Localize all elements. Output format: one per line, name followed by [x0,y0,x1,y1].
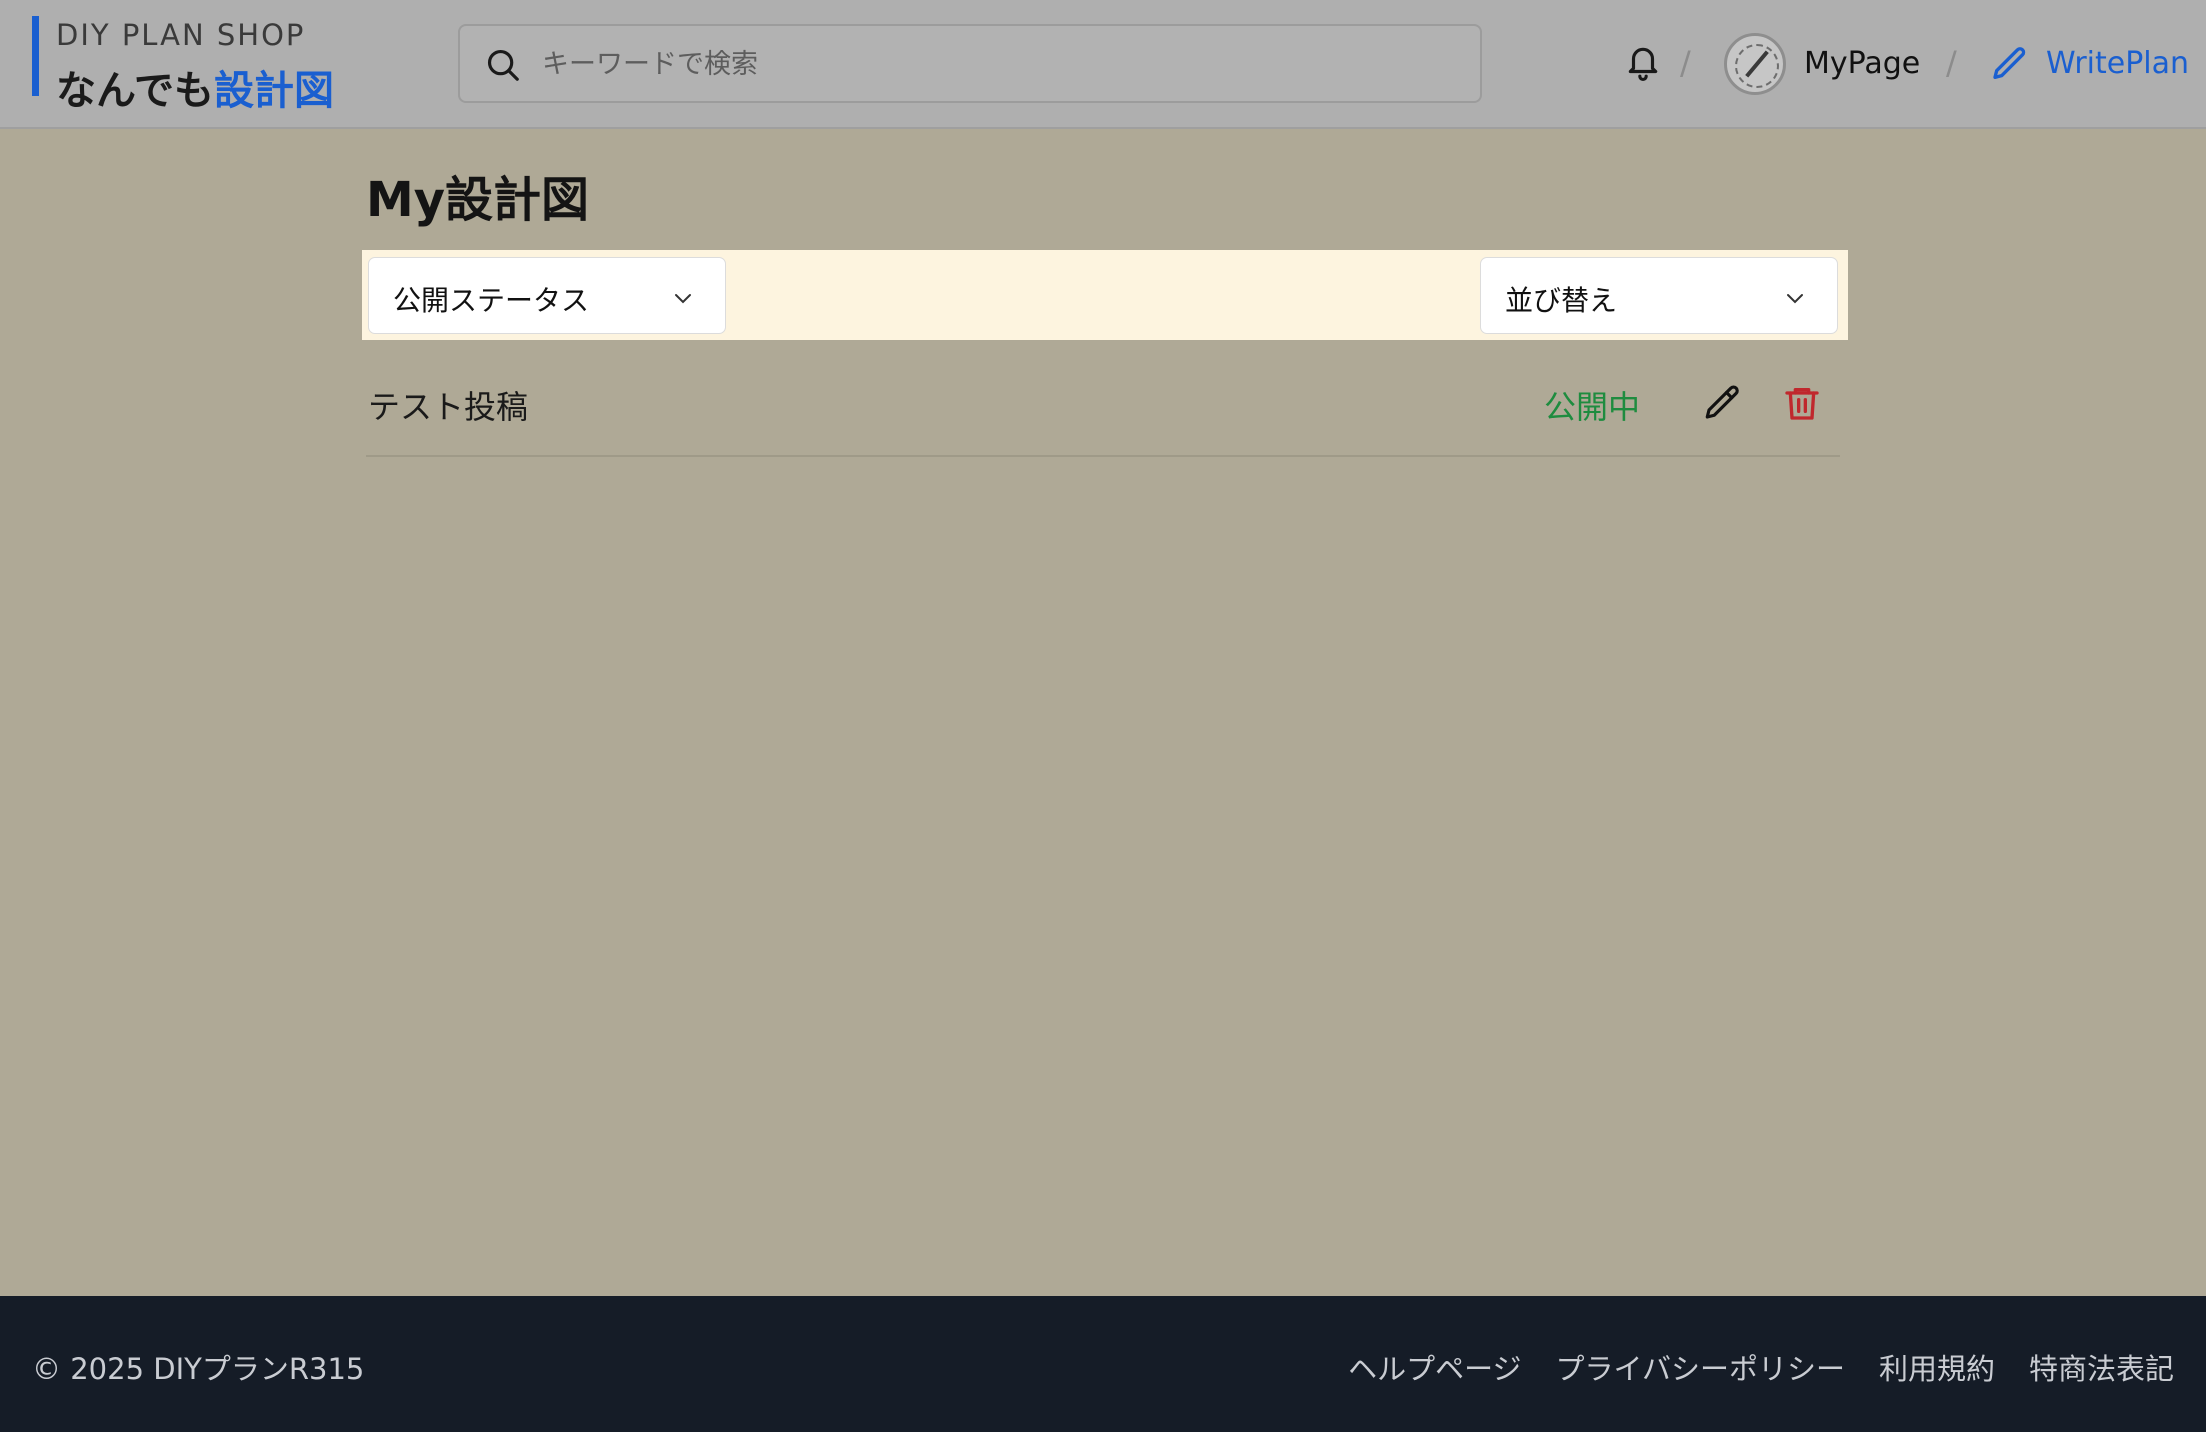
post-title[interactable]: テスト投稿 [368,382,528,428]
status-badge: 公開中 [1544,388,1641,426]
site-footer: © 2025 DIYプランR315 ヘルプページ プライバシーポリシー 利用規約… [0,1296,2206,1432]
pencil-icon[interactable] [1990,44,2030,84]
post-row: テスト投稿 公開中 [366,360,1840,457]
sort-label: 並び替え [1505,284,1618,317]
footer-link-legal[interactable]: 特商法表記 [2029,1346,2174,1388]
bell-icon[interactable] [1624,41,1662,83]
status-filter-label: 公開ステータス [393,284,590,317]
logo-title-accent: 設計図 [214,68,334,114]
footer-link-help[interactable]: ヘルプページ [1348,1346,1521,1388]
sort-select[interactable]: 並び替え [1480,257,1838,334]
status-filter-select[interactable]: 公開ステータス [368,257,726,334]
logo-title-prefix: なんでも [56,68,214,114]
edit-icon[interactable] [1702,382,1744,424]
footer-links: ヘルプページ プライバシーポリシー 利用規約 特商法表記 [1348,1346,2174,1388]
footer-link-privacy[interactable]: プライバシーポリシー [1556,1346,1845,1388]
chevron-down-icon [1787,294,1803,304]
header-separator: / [1946,44,1957,82]
writeplan-link[interactable]: WritePlan [2046,46,2189,81]
avatar[interactable] [1724,33,1786,95]
search-box[interactable] [458,24,1482,103]
logo-title[interactable]: なんでも設計図 [56,58,334,116]
site-header: DIY PLAN SHOP なんでも設計図 / MyPage / WritePl… [0,0,2206,129]
filter-bar: 公開ステータス 並び替え [362,250,1848,340]
logo-accent-bar [32,16,39,96]
mypage-link[interactable]: MyPage [1804,46,1920,81]
footer-link-terms[interactable]: 利用規約 [1879,1346,1995,1388]
chevron-down-icon [675,294,691,304]
trash-icon[interactable] [1782,382,1822,424]
search-icon [487,49,519,81]
search-input[interactable] [542,40,1442,88]
copyright-text: © 2025 DIYプランR315 [32,1352,365,1386]
header-separator: / [1680,44,1691,82]
page-title: My設計図 [366,172,590,228]
logo-subtitle[interactable]: DIY PLAN SHOP [56,18,305,52]
